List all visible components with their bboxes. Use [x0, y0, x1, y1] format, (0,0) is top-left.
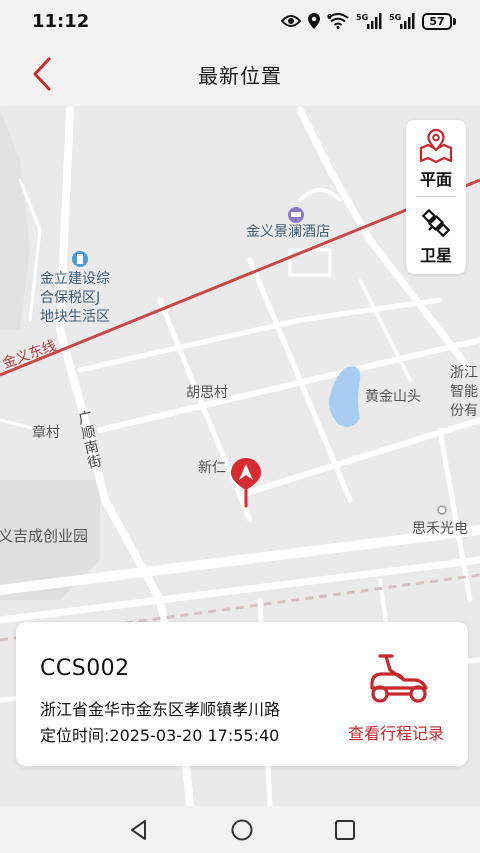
view-trip-button[interactable]: 查看行程记录 [334, 650, 444, 746]
page-title: 最新位置 [198, 63, 282, 88]
status-time: 11:12 [32, 10, 90, 32]
map-label-xinren: 新仁 [198, 460, 226, 476]
svg-text:6: 6 [327, 13, 332, 21]
location-marker[interactable] [228, 456, 264, 508]
map-type-flat-button[interactable]: 平面 [406, 120, 466, 196]
status-bar: 11:12 6 5G 5G 57 [0, 0, 480, 42]
satellite-icon [421, 208, 451, 238]
battery-icon: 57 [422, 12, 456, 30]
status-icons: 6 5G 5G 57 [281, 12, 456, 30]
circle-home-icon[interactable] [230, 818, 254, 842]
battery-level: 57 [422, 12, 452, 30]
eye-icon [281, 15, 301, 27]
map-type-divider [416, 196, 456, 197]
map-label-jinli-1: 金立建设综 [40, 271, 110, 287]
triangle-back-icon[interactable] [127, 818, 151, 842]
device-info-card: CCS002 浙江省金华市金东区孝顺镇孝川路 定位时间:2025-03-20 1… [16, 622, 468, 766]
view-trip-label: 查看行程记录 [347, 724, 444, 743]
map-label-jiyi: 义吉成创业园 [0, 527, 89, 545]
signal-icon-2: 5G [389, 13, 415, 29]
system-nav-bar [0, 806, 480, 853]
back-button[interactable] [20, 52, 64, 96]
location-icon [308, 13, 320, 29]
chevron-left-icon [33, 57, 51, 91]
map-label-zhejiang-3: 份有 [450, 403, 478, 419]
map-type-flat-label: 平面 [419, 170, 452, 189]
nav-bar: 最新位置 [0, 42, 480, 106]
svg-text:5G: 5G [356, 13, 368, 22]
map-label-zhangcun: 章村 [32, 425, 60, 441]
device-address: 浙江省金华市金东区孝顺镇孝川路 [40, 700, 281, 719]
map-label-zhejiang-1: 浙江 [450, 365, 478, 381]
map-label-hotel: 金义景澜酒店 [246, 224, 330, 240]
map-label-husi: 胡思村 [186, 385, 228, 401]
map-type-satellite-button[interactable]: 卫星 [406, 198, 466, 274]
wifi-icon: 6 [327, 13, 349, 29]
device-location-time: 定位时间:2025-03-20 17:55:40 [40, 726, 280, 745]
svg-text:5G: 5G [389, 13, 401, 22]
map-label-huangjin: 黄金山头 [365, 389, 421, 405]
square-recents-icon[interactable] [333, 818, 357, 842]
map-type-panel: 平面 卫星 [406, 120, 466, 274]
map-label-jinli-3: 地块生活区 [40, 309, 110, 325]
map-label-jinli-2: 合保税区J [40, 290, 101, 306]
map-label-zhejiang-2: 智能 [450, 384, 478, 400]
map-label-sihe: 思禾光电 [412, 521, 468, 537]
map-pin-icon [419, 128, 453, 164]
map-type-satellite-label: 卫星 [419, 246, 452, 265]
signal-icon-1: 5G [356, 13, 382, 29]
location-pin-icon [231, 458, 261, 508]
device-name: CCS002 [40, 656, 130, 681]
scooter-icon [370, 654, 428, 703]
